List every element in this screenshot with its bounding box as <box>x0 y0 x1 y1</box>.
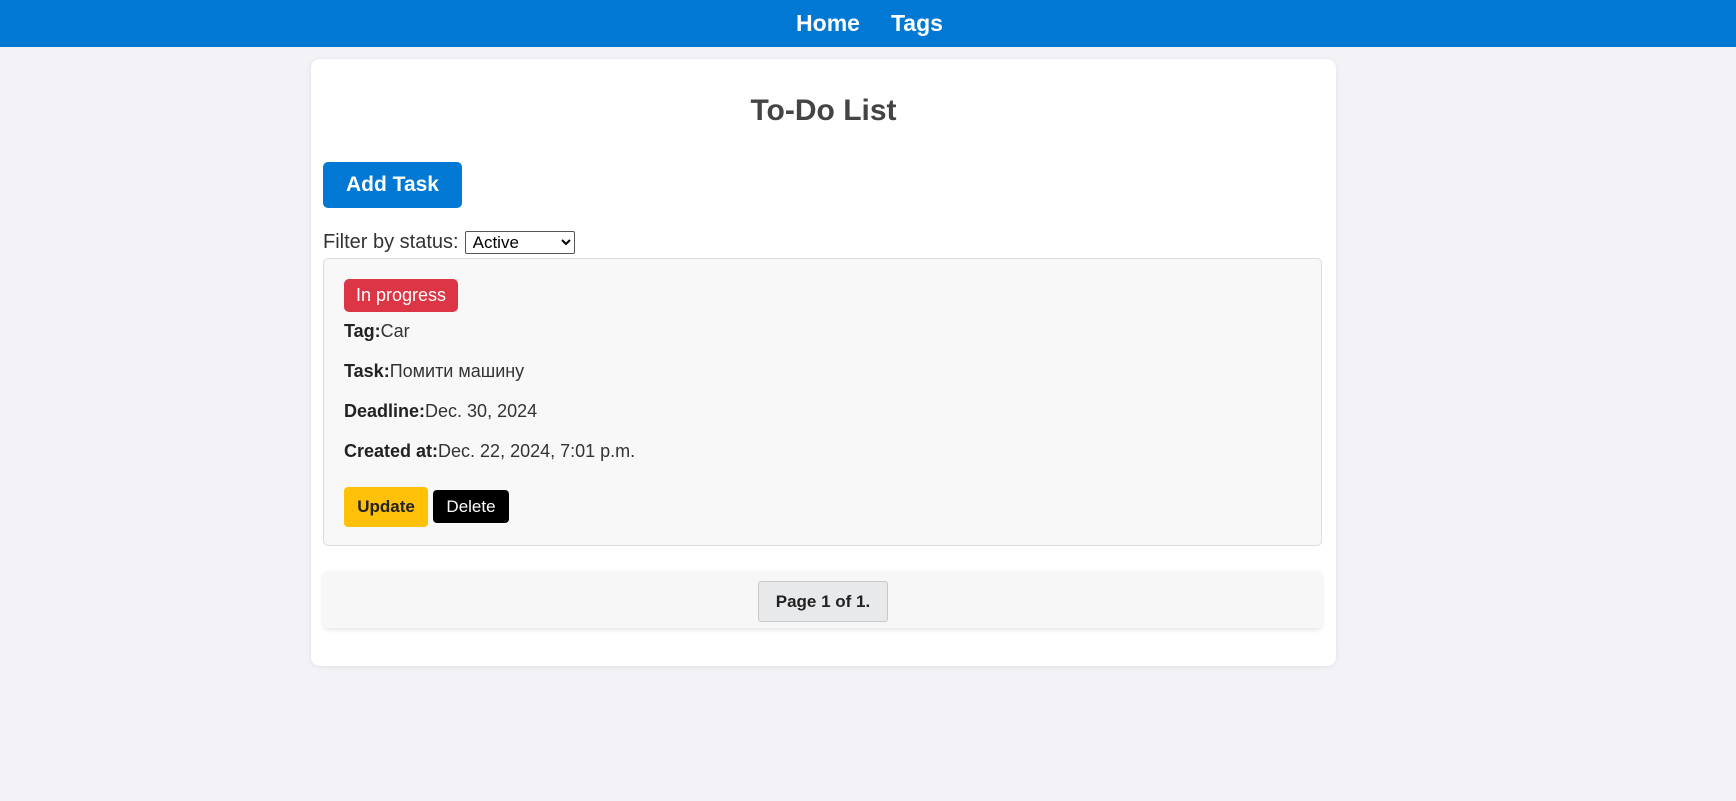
add-task-button[interactable]: Add Task <box>323 162 462 208</box>
filter-label: Filter by status: <box>323 231 459 253</box>
task-created-field: Created at:Dec. 22, 2024, 7:01 p.m. <box>344 441 635 462</box>
page-indicator: Page 1 of 1. <box>758 581 888 622</box>
top-navbar: Home Tags <box>0 0 1736 47</box>
tag-label: Tag: <box>344 321 381 341</box>
status-filter: Filter by status: Active <box>323 231 575 254</box>
tag-value: Car <box>380 321 410 341</box>
created-label: Created at: <box>344 441 439 461</box>
delete-button[interactable]: Delete <box>433 490 509 523</box>
nav-link-home[interactable]: Home <box>796 10 860 37</box>
status-badge: In progress <box>344 279 459 312</box>
status-filter-select[interactable]: Active <box>464 231 575 254</box>
task-value: Помити машину <box>389 361 525 381</box>
deadline-label: Deadline: <box>344 401 426 421</box>
task-name-field: Task:Помити машину <box>344 361 524 382</box>
task-label: Task: <box>344 361 390 381</box>
nav-link-tags[interactable]: Tags <box>891 10 943 37</box>
pagination-bar: Page 1 of 1. <box>323 571 1322 628</box>
main-nav: Home Tags <box>796 10 943 37</box>
task-tag-field: Tag:Car <box>344 321 410 342</box>
deadline-value: Dec. 30, 2024 <box>425 401 538 421</box>
task-deadline-field: Deadline:Dec. 30, 2024 <box>344 401 537 422</box>
task-card: In progress Tag:Car Task:Помити машину D… <box>323 258 1322 546</box>
created-value: Dec. 22, 2024, 7:01 p.m. <box>438 441 636 461</box>
page-title: To-Do List <box>750 94 897 127</box>
update-button[interactable]: Update <box>344 487 428 527</box>
